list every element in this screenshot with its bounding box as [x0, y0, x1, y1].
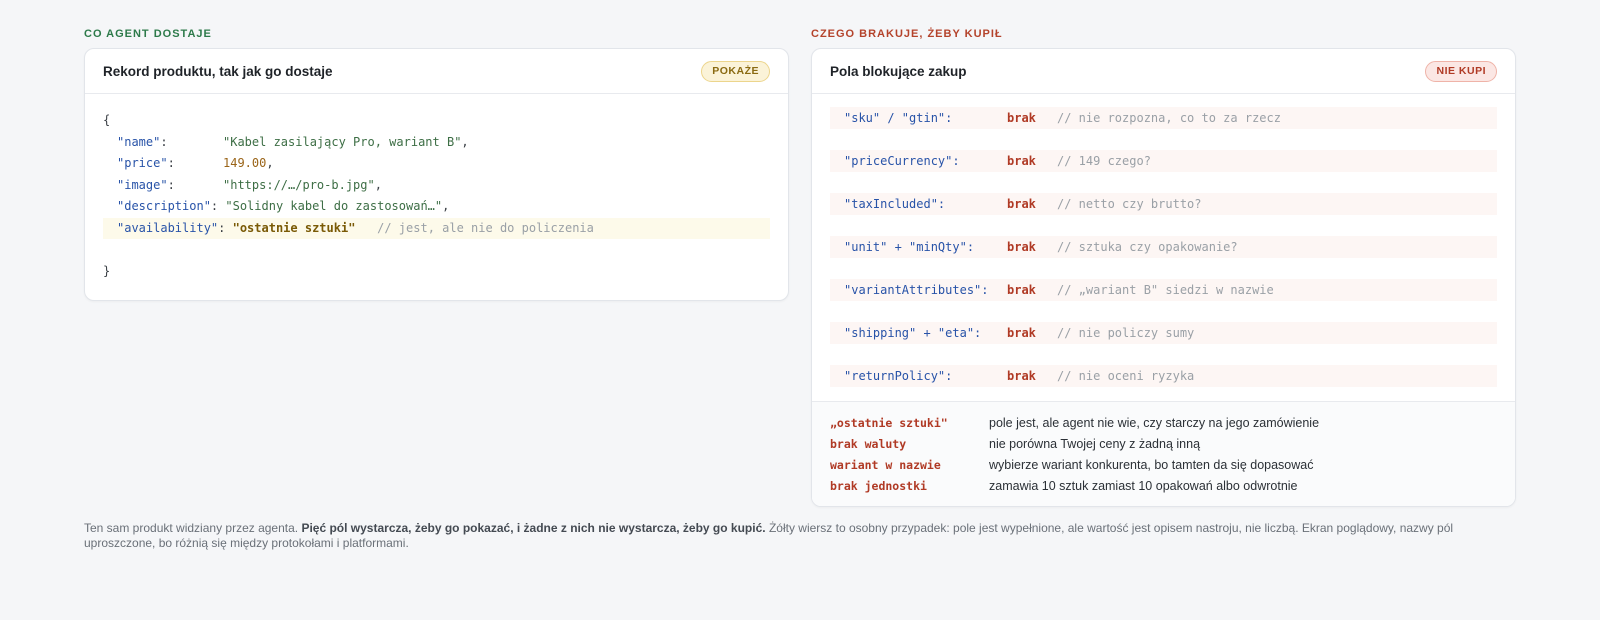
product-json-code: { "name": "Kabel zasilający Pro, wariant…: [85, 94, 788, 300]
code-key: "name": [117, 134, 161, 149]
blocking-fields-card-title: Pola blokujące zakup: [830, 63, 967, 79]
missing-field-key: "returnPolicy":: [844, 369, 953, 383]
missing-field-status: brak: [1007, 326, 1036, 340]
legend-row: „ostatnie sztuki" pole jest, ale agent n…: [830, 412, 1497, 433]
missing-field-status: brak: [1007, 283, 1036, 297]
legend-row: brak waluty nie porówna Twojej ceny z ża…: [830, 433, 1497, 454]
missing-field-row: "unit" + "minQty": brak // sztuka czy op…: [830, 236, 1497, 258]
footnote: Ten sam produkt widziany przez agenta. P…: [84, 521, 1516, 551]
legend-term: brak jednostki: [830, 478, 927, 493]
missing-field-row: "taxIncluded": brak // netto czy brutto?: [830, 193, 1497, 215]
code-line-price: "price": 149.00,: [103, 153, 770, 175]
missing-field-comment: // „wariant B" siedzi w nazwie: [1057, 283, 1274, 297]
missing-field-row: "sku" / "gtin": brak // nie rozpozna, co…: [830, 107, 1497, 129]
missing-field-key: "taxIncluded":: [844, 197, 946, 211]
product-record-card: Rekord produktu, tak jak go dostaje POKA…: [84, 48, 789, 301]
open-brace: {: [103, 113, 111, 127]
missing-field-comment: // nie policzy sumy: [1057, 326, 1195, 340]
legend-term: wariant w nazwie: [830, 457, 941, 472]
missing-field-status: brak: [1007, 369, 1036, 383]
missing-field-key: "unit" + "minQty":: [844, 240, 975, 254]
missing-field-row: "priceCurrency": brak // 149 czego?: [830, 150, 1497, 172]
legend-description: zamawia 10 sztuk zamiast 10 opakowań alb…: [989, 478, 1298, 493]
legend-description: pole jest, ale agent nie wie, czy starcz…: [989, 415, 1320, 430]
code-value: "https://…/pro-b.jpg": [223, 177, 375, 192]
missing-field-row: "shipping" + "eta": brak // nie policzy …: [830, 322, 1497, 344]
code-key: "price": [117, 156, 168, 170]
missing-field-comment: // nie oceni ryzyka: [1057, 369, 1195, 383]
code-value: "Solidny kabel do zastosowań…": [225, 199, 443, 213]
footnote-lead: Ten sam produkt widziany przez agenta.: [84, 521, 302, 535]
code-key: "description": [117, 199, 211, 213]
close-brace: }: [103, 263, 111, 278]
legend-description: wybierze wariant konkurenta, bo tamten d…: [989, 457, 1314, 472]
left-column: CO AGENT DOSTAJE Rekord produktu, tak ja…: [84, 28, 789, 301]
missing-field-key: "shipping" + "eta":: [844, 326, 982, 340]
missing-field-status: brak: [1007, 154, 1036, 168]
missing-field-status: brak: [1007, 240, 1036, 254]
code-trail: ,: [266, 156, 274, 170]
right-eyebrow: CZEGO BRAKUJE, ŻEBY KUPIŁ: [811, 28, 1003, 40]
legend-term: brak waluty: [830, 436, 907, 451]
code-line-description: "description": "Solidny kabel do zastoso…: [103, 196, 770, 218]
code-close-brace: }: [103, 261, 770, 283]
blocking-fields-card: Pola blokujące zakup NIE KUPI "sku" / "g…: [811, 48, 1516, 507]
code-key: "image": [117, 177, 168, 192]
wont-buy-badge: NIE KUPI: [1425, 60, 1497, 82]
missing-field-key: "sku" / "gtin":: [844, 111, 953, 125]
code-key: "availability": [117, 220, 219, 235]
code-value: "ostatnie sztuki": [232, 220, 356, 235]
legend-description: nie porówna Twojej ceny z żadną inną: [989, 436, 1201, 451]
legend-row: brak jednostki zamawia 10 sztuk zamiast …: [830, 475, 1497, 496]
missing-field-row: "returnPolicy": brak // nie oceni ryzyka: [830, 365, 1497, 387]
code-value: "Kabel zasilający Pro, wariant B": [223, 134, 462, 149]
missing-field-comment: // netto czy brutto?: [1057, 197, 1202, 211]
code-line-name: "name": "Kabel zasilający Pro, wariant B…: [103, 132, 770, 154]
blocking-fields-card-header: Pola blokujące zakup NIE KUPI: [812, 49, 1515, 94]
code-trail: ,: [442, 199, 450, 213]
missing-fields-list: "sku" / "gtin": brak // nie rozpozna, co…: [812, 94, 1515, 401]
show-badge: POKAŻE: [701, 60, 770, 82]
legend-term: „ostatnie sztuki": [830, 415, 948, 430]
missing-field-comment: // 149 czego?: [1057, 154, 1151, 168]
legend-row: wariant w nazwie wybierze wariant konkur…: [830, 454, 1497, 475]
right-column: CZEGO BRAKUJE, ŻEBY KUPIŁ Pola blokujące…: [811, 28, 1516, 507]
missing-field-status: brak: [1007, 111, 1036, 125]
left-eyebrow: CO AGENT DOSTAJE: [84, 28, 212, 40]
missing-field-comment: // nie rozpozna, co to za rzecz: [1057, 111, 1281, 125]
code-line-image: "image": "https://…/pro-b.jpg",: [103, 175, 770, 197]
product-record-card-title: Rekord produktu, tak jak go dostaje: [103, 63, 333, 79]
code-trail: ,: [461, 134, 469, 149]
missing-field-key: "variantAttributes":: [844, 283, 989, 297]
consequences-legend: „ostatnie sztuki" pole jest, ale agent n…: [812, 401, 1515, 506]
code-open-brace: {: [103, 110, 770, 132]
code-value: 149.00: [223, 156, 267, 170]
missing-field-key: "priceCurrency":: [844, 154, 960, 168]
missing-field-comment: // sztuka czy opakowanie?: [1057, 240, 1238, 254]
missing-field-row: "variantAttributes": brak // „wariant B"…: [830, 279, 1497, 301]
code-comment: // jest, ale nie do policzenia: [377, 220, 594, 235]
code-trail: ,: [374, 177, 382, 192]
footnote-emphasis: Pięć pól wystarcza, żeby go pokazać, i ż…: [301, 521, 766, 535]
product-record-card-header: Rekord produktu, tak jak go dostaje POKA…: [85, 49, 788, 94]
missing-field-status: brak: [1007, 197, 1036, 211]
code-line-availability-highlighted: "availability": "ostatnie sztuki" // jes…: [103, 217, 770, 239]
